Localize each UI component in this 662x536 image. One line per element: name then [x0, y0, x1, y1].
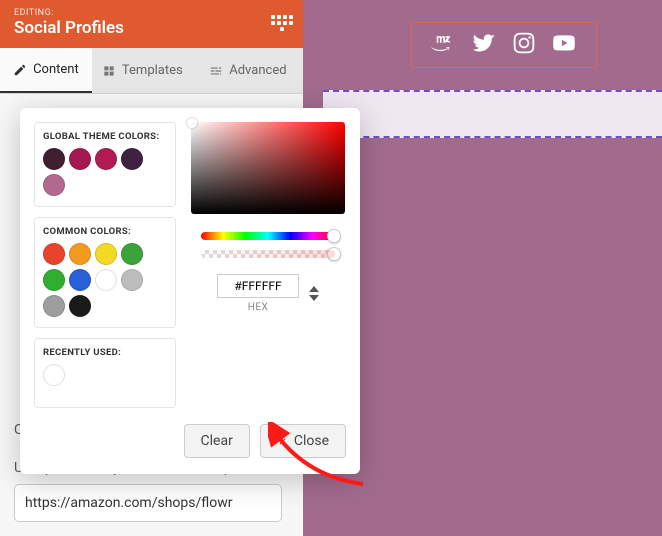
- recent-colors-group: RECENTLY USED:: [34, 338, 176, 408]
- color-swatch[interactable]: [43, 243, 65, 265]
- color-swatch[interactable]: [43, 269, 65, 291]
- editor-tabs: Content Templates Advanced: [0, 48, 303, 94]
- tab-content-label: Content: [33, 62, 79, 77]
- color-swatch[interactable]: [95, 269, 117, 291]
- clear-button[interactable]: Clear: [184, 424, 250, 458]
- saturation-panel[interactable]: [191, 122, 345, 214]
- block-title: Social Profiles: [14, 18, 289, 38]
- instagram-icon: [511, 30, 537, 60]
- color-swatch[interactable]: [69, 243, 91, 265]
- global-colors-title: GLOBAL THEME COLORS:: [43, 131, 167, 142]
- common-colors-group: COMMON COLORS:: [34, 217, 176, 328]
- color-swatch[interactable]: [43, 364, 65, 386]
- color-swatch[interactable]: [43, 174, 65, 196]
- color-swatch[interactable]: [69, 269, 91, 291]
- twitter-icon: [471, 30, 497, 60]
- editing-label: EDITING:: [14, 8, 289, 18]
- format-stepper[interactable]: [309, 285, 319, 302]
- dropzone-placeholder[interactable]: [323, 90, 662, 138]
- color-swatch[interactable]: [95, 243, 117, 265]
- close-button[interactable]: Close: [260, 424, 346, 458]
- color-swatch[interactable]: [69, 148, 91, 170]
- chevron-down-icon: [309, 294, 319, 302]
- chevron-up-icon: [309, 285, 319, 293]
- youtube-icon: [551, 30, 577, 60]
- hue-thumb[interactable]: [327, 229, 341, 243]
- color-swatch[interactable]: [43, 295, 65, 317]
- alpha-slider[interactable]: [201, 250, 335, 258]
- templates-icon: [102, 64, 116, 78]
- color-swatch[interactable]: [121, 269, 143, 291]
- tab-templates-label: Templates: [122, 63, 183, 78]
- color-picker-popover: GLOBAL THEME COLORS: COMMON COLORS: RECE…: [20, 108, 360, 474]
- color-swatch[interactable]: [69, 295, 91, 317]
- close-icon: [277, 436, 288, 447]
- alpha-thumb[interactable]: [327, 247, 341, 261]
- editor-header: EDITING: Social Profiles: [0, 0, 303, 48]
- tab-advanced[interactable]: Advanced: [193, 48, 303, 93]
- hex-input[interactable]: [217, 274, 299, 298]
- recent-colors-title: RECENTLY USED:: [43, 347, 167, 358]
- color-swatch[interactable]: [121, 148, 143, 170]
- url-input[interactable]: [14, 484, 282, 522]
- social-icons-block[interactable]: [411, 22, 597, 68]
- common-colors-title: COMMON COLORS:: [43, 226, 167, 237]
- pencil-icon: [13, 63, 27, 77]
- tab-advanced-label: Advanced: [229, 63, 286, 78]
- tab-templates[interactable]: Templates: [92, 48, 193, 93]
- amazon-icon: [431, 30, 457, 60]
- tab-content[interactable]: Content: [0, 48, 92, 93]
- hex-label: HEX: [248, 302, 269, 313]
- color-swatch[interactable]: [121, 243, 143, 265]
- hue-slider[interactable]: [201, 232, 335, 240]
- close-button-label: Close: [294, 433, 329, 449]
- color-swatch[interactable]: [43, 148, 65, 170]
- clear-button-label: Clear: [201, 433, 233, 449]
- global-colors-group: GLOBAL THEME COLORS:: [34, 122, 176, 207]
- saturation-cursor[interactable]: [187, 118, 197, 128]
- sliders-icon: [209, 64, 223, 78]
- apps-icon[interactable]: [269, 10, 295, 36]
- color-swatch[interactable]: [95, 148, 117, 170]
